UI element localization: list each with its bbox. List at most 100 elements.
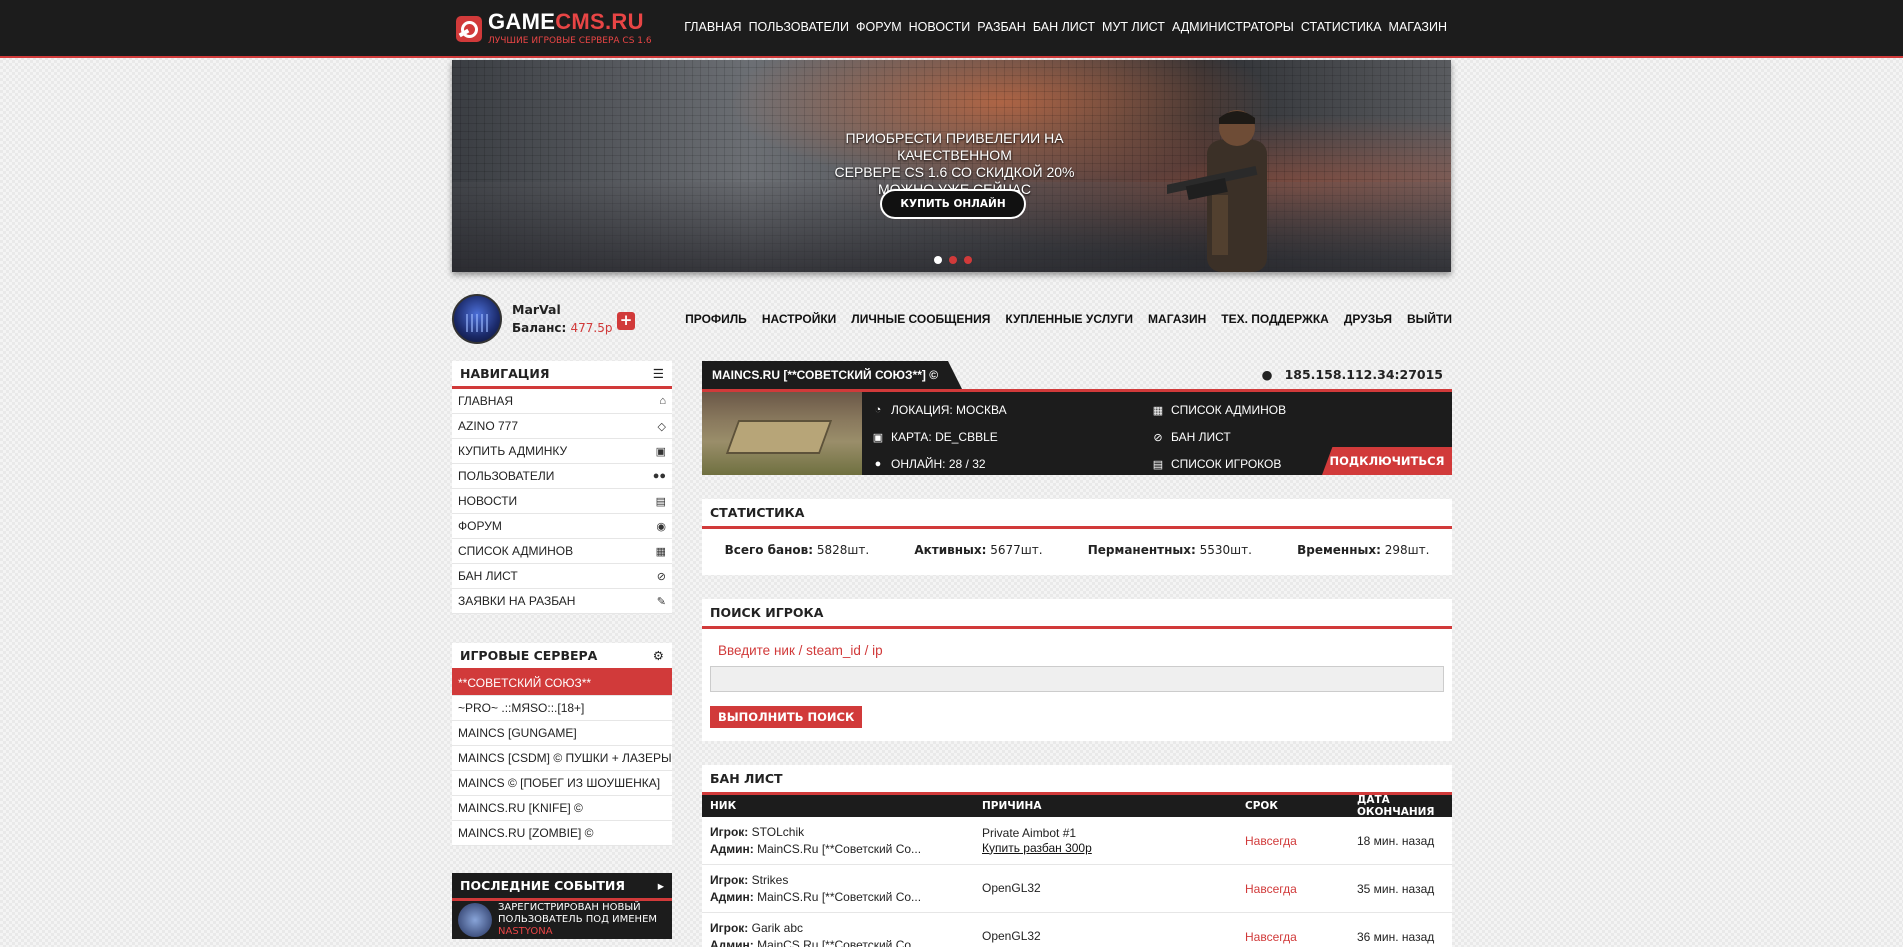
server-item-6[interactable]: MAINCS.RU [KNIFE] © [452, 796, 672, 821]
nav-stats[interactable]: СТАТИСТИКА [1301, 20, 1382, 34]
user-nav-support[interactable]: ТЕХ. ПОДДЕРЖКА [1221, 312, 1329, 326]
col-end-date[interactable]: ДАТА ОКОНЧАНИЯ [1349, 794, 1452, 818]
user-nav-shop[interactable]: МАГАЗИН [1148, 312, 1206, 326]
sidebar-item-forum[interactable]: ФОРУМ ◉ [452, 514, 672, 539]
chat-icon: ◉ [656, 520, 666, 533]
server-header: MAINCS.RU [**СОВЕТСКИЙ СОЮЗ**] © ● 185.1… [702, 361, 1452, 389]
ban-icon: ⊘ [1153, 431, 1163, 444]
table-row[interactable]: Игрок: STOLchik Админ: MainCS.Ru [**Сове… [702, 817, 1452, 865]
sidebar-events: ПОСЛЕДНИЕ СОБЫТИЯ ▸ ЗАРЕГИСТРИРОВАН НОВЫ… [452, 873, 672, 939]
buy-online-button[interactable]: КУПИТЬ ОНЛАЙН [880, 189, 1026, 219]
col-term[interactable]: СРОК [1237, 800, 1349, 812]
user-nav-profile[interactable]: ПРОФИЛЬ [685, 312, 747, 326]
sidebar-navigation: НАВИГАЦИЯ ☰ ГЛАВНАЯ ⌂ AZINO 777 ◇ КУПИТЬ А… [452, 361, 672, 614]
nav-users[interactable]: ПОЛЬЗОВАТЕЛИ [749, 20, 849, 34]
stat-temporary: Временных: 298шт. [1297, 543, 1430, 557]
nav-unban[interactable]: РАЗБАН [977, 20, 1026, 34]
sidebar-item-users[interactable]: ПОЛЬЗОВАТЕЛИ ●● [452, 464, 672, 489]
server-item-3[interactable]: MAINCS [GUNGAME] [452, 721, 672, 746]
server-admins-link[interactable]: ▦ СПИСОК АДМИНОВ [1152, 403, 1286, 417]
menu-icon[interactable]: ☰ [653, 366, 664, 381]
megaphone-icon: ▸ [657, 878, 664, 893]
sidebar-item-banlist[interactable]: БАН ЛИСТ ⊘ [452, 564, 672, 589]
banner-dot-3[interactable] [964, 256, 972, 264]
ban-reason: Private Aimbot #1 [982, 825, 1077, 840]
list-icon: ▤ [1152, 458, 1164, 471]
sidebar-servers: ИГРОВЫЕ СЕРВЕРА ⚙ **СОВЕТСКИЙ СОЮЗ** ~PR… [452, 643, 672, 846]
server-item-2[interactable]: ~PRO~ .::МЯSO::.[18+] [452, 696, 672, 721]
ban-term: Навсегда [1245, 929, 1297, 944]
user-nav-messages[interactable]: ЛИЧНЫЕ СООБЩЕНИЯ [851, 312, 990, 326]
search-input[interactable] [710, 666, 1444, 692]
sidebar-nav-title: НАВИГАЦИЯ [460, 366, 550, 381]
image-icon: ▣ [872, 431, 884, 444]
user-nav-logout[interactable]: ВЫЙТИ [1407, 312, 1452, 326]
nav-news[interactable]: НОВОСТИ [909, 20, 971, 34]
nav-banlist[interactable]: БАН ЛИСТ [1033, 20, 1095, 34]
nav-forum[interactable]: ФОРУМ [856, 20, 902, 34]
col-reason[interactable]: ПРИЧИНА [974, 799, 1237, 814]
id-card-icon: ▦ [655, 545, 666, 558]
sidebar-item-news[interactable]: НОВОСТИ ▤ [452, 489, 672, 514]
newspaper-icon: ▤ [655, 495, 666, 508]
add-balance-button[interactable]: + [617, 312, 635, 330]
server-item-1[interactable]: **СОВЕТСКИЙ СОЮЗ** [452, 671, 672, 696]
server-banlist-link[interactable]: ⊘ БАН ЛИСТ [1152, 430, 1230, 444]
col-nick[interactable]: НИК [702, 798, 974, 815]
server-item-4[interactable]: MAINCS [CSDM] © ПУШКИ + ЛАЗЕРЫ [452, 746, 672, 771]
nav-home[interactable]: ГЛАВНАЯ [684, 20, 741, 34]
sidebar-events-title: ПОСЛЕДНИЕ СОБЫТИЯ [460, 878, 626, 893]
ban-reason: OpenGL32 [982, 881, 1041, 895]
ban-end-date: 36 мин. назад [1357, 929, 1435, 944]
server-ip[interactable]: ● 185.158.112.34:27015 [1262, 367, 1443, 382]
ban-admin: MainCS.Ru [**Советский Со... [757, 937, 922, 947]
sidebar-item-admins[interactable]: СПИСОК АДМИНОВ ▦ [452, 539, 672, 564]
event-item[interactable]: ЗАРЕГИСТРИРОВАН НОВЫЙ ПОЛЬЗОВАТЕЛЬ ПОД И… [452, 901, 672, 939]
server-players-link[interactable]: ▤ СПИСОК ИГРОКОВ [1152, 457, 1282, 471]
user-avatar[interactable] [452, 294, 502, 344]
ban-admin: MainCS.Ru [**Советский Со... [757, 889, 922, 904]
main-nav: ГЛАВНАЯ ПОЛЬЗОВАТЕЛИ ФОРУМ НОВОСТИ РАЗБА… [684, 20, 1447, 34]
nav-admins[interactable]: АДМИНИСТРАТОРЫ [1172, 20, 1294, 34]
server-title[interactable]: MAINCS.RU [**СОВЕТСКИЙ СОЮЗ**] © [702, 361, 963, 389]
map-pin-icon: ● [1261, 367, 1273, 382]
table-row[interactable]: Игрок: Strikes Админ: MainCS.Ru [**Совет… [702, 865, 1452, 913]
ban-icon: ⊘ [656, 570, 666, 583]
sidebar-item-home[interactable]: ГЛАВНАЯ ⌂ [452, 389, 672, 414]
banner-dot-1[interactable] [934, 256, 942, 264]
search-label: Введите ник / steam_id / ip [718, 643, 883, 658]
ban-term: Навсегда [1245, 833, 1297, 848]
sidebar-item-unban-requests[interactable]: ЗАЯВКИ НА РАЗБАН ✎ [452, 589, 672, 614]
users-icon: ●● [652, 470, 666, 482]
sidebar-item-azino[interactable]: AZINO 777 ◇ [452, 414, 672, 439]
connect-button[interactable]: ПОДКЛЮЧИТЬСЯ [1322, 447, 1452, 475]
diamond-icon: ◇ [657, 420, 666, 433]
balance-value: 477.5р [570, 321, 613, 335]
nav-shop[interactable]: МАГАЗИН [1389, 20, 1447, 34]
user-nav-friends[interactable]: ДРУЗЬЯ [1344, 312, 1392, 326]
user-nav-purchases[interactable]: КУПЛЕННЫЕ УСЛУГИ [1005, 312, 1133, 326]
event-text: ЗАРЕГИСТРИРОВАН НОВЫЙ ПОЛЬЗОВАТЕЛЬ ПОД И… [498, 902, 658, 925]
banner-dot-2[interactable] [949, 256, 957, 264]
buy-unban-link[interactable]: Купить разбан 300р [982, 841, 1092, 855]
balance-label: Баланс: [512, 321, 567, 335]
ban-end-date: 18 мин. назад [1357, 833, 1435, 848]
search-button[interactable]: ВЫПОЛНИТЬ ПОИСК [710, 706, 863, 728]
search-title: ПОИСК ИГРОКА [702, 599, 1452, 629]
server-location: ◔ ЛОКАЦИЯ: МОСКВА [872, 403, 1007, 417]
sidebar-item-buy-admin[interactable]: КУПИТЬ АДМИНКУ ▣ [452, 439, 672, 464]
ban-player: Strikes [751, 872, 789, 887]
site-logo[interactable]: GAMECMS.RU ЛУЧШИЕ ИГРОВЫЕ СЕРВЕРА CS 1.6 [456, 10, 652, 46]
table-row[interactable]: Игрок: Garik abc Админ: MainCS.Ru [**Сов… [702, 913, 1452, 947]
username[interactable]: MarVal [512, 302, 561, 317]
promo-banner: ПРИОБРЕСТИ ПРИВЕЛЕГИИ НА КАЧЕСТВЕННОМ СЕ… [452, 60, 1451, 272]
server-item-5[interactable]: MAINCS © [ПОБЕГ ИЗ ШОУШЕНКА] [452, 771, 672, 796]
event-nick[interactable]: NASTYONA [498, 926, 666, 938]
banner-line-2: СЕРВЕРЕ CS 1.6 СО СКИДКОЙ 20% [834, 164, 1075, 180]
user-nav-settings[interactable]: НАСТРОЙКИ [762, 312, 836, 326]
top-header: GAMECMS.RU ЛУЧШИЕ ИГРОВЫЕ СЕРВЕРА CS 1.6… [0, 0, 1903, 58]
server-map: ▣ КАРТА: DE_CBBLE [872, 430, 998, 444]
nav-mutelist[interactable]: МУТ ЛИСТ [1102, 20, 1165, 34]
server-item-7[interactable]: MAINCS.RU [ZOMBIE] © [452, 821, 672, 846]
stat-total: Всего банов: 5828шт. [724, 543, 870, 557]
